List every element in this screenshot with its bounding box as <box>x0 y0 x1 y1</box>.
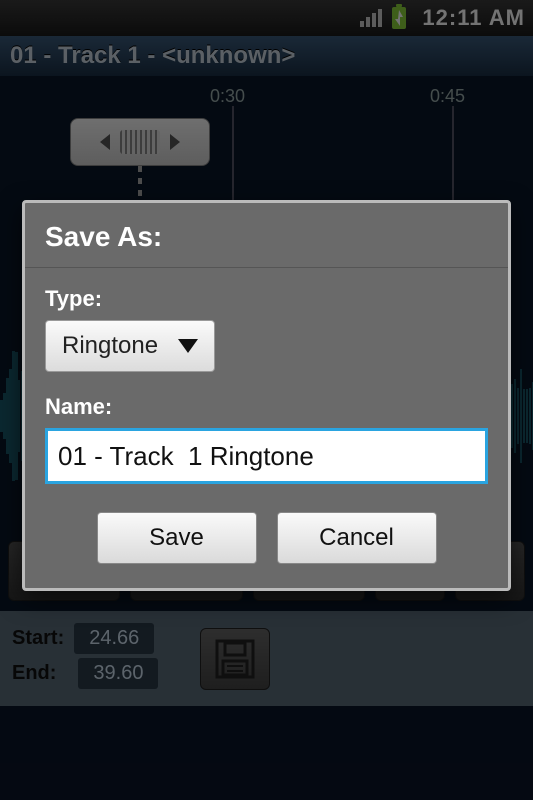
save-as-dialog: Save As: Type: Ringtone Name: Save Cance… <box>22 200 511 591</box>
type-dropdown[interactable]: Ringtone <box>45 320 215 372</box>
chevron-down-icon <box>178 339 198 353</box>
type-value: Ringtone <box>62 332 158 360</box>
name-input[interactable] <box>45 428 488 484</box>
type-label: Type: <box>45 286 488 312</box>
cancel-dialog-button[interactable]: Cancel <box>277 512 437 564</box>
dialog-title: Save As: <box>25 203 508 268</box>
save-dialog-button[interactable]: Save <box>97 512 257 564</box>
name-label: Name: <box>45 394 488 420</box>
